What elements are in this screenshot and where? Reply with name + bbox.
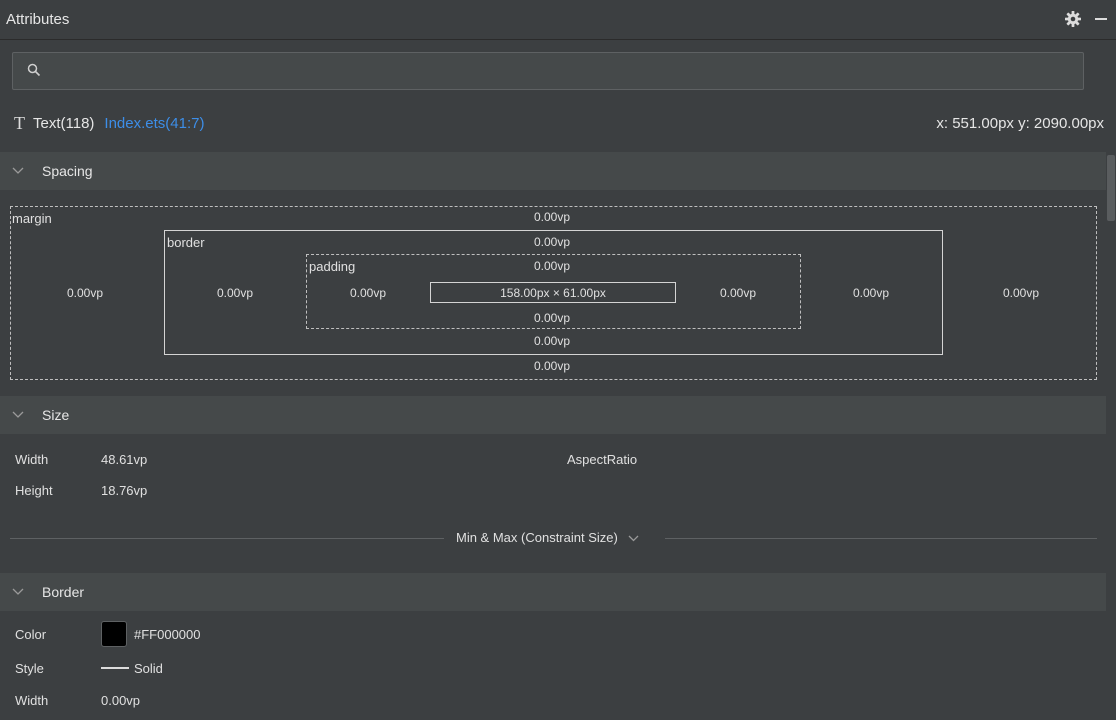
divider-right	[665, 538, 1097, 539]
border-color-value[interactable]: #FF000000	[134, 627, 201, 642]
content-size-box[interactable]: 158.00px × 61.00px	[430, 282, 676, 303]
panel-titlebar: Attributes	[0, 0, 1116, 40]
section-border-label: Border	[42, 584, 85, 600]
border-color-label: Color	[15, 627, 47, 642]
border-left-value[interactable]: 0.00vp	[190, 286, 280, 300]
border-label: border	[167, 235, 205, 250]
scrollbar-thumb[interactable]	[1107, 155, 1115, 221]
border-right-value[interactable]: 0.00vp	[826, 286, 916, 300]
titlebar-actions	[1064, 10, 1110, 28]
scrollbar-track[interactable]	[1106, 150, 1116, 720]
section-spacing-header[interactable]: Spacing	[0, 152, 1106, 190]
minimize-icon[interactable]	[1092, 10, 1110, 28]
border-width-label: Width	[15, 693, 49, 708]
solid-line-icon	[101, 667, 129, 669]
margin-left-value[interactable]: 0.00vp	[40, 286, 130, 300]
margin-bottom-value[interactable]: 0.00vp	[500, 359, 604, 373]
margin-right-value[interactable]: 0.00vp	[976, 286, 1066, 300]
border-style-label: Style	[15, 661, 44, 676]
component-info: T Text(118) Index.ets(41:7) x: 551.00px …	[14, 112, 1104, 134]
padding-right-value[interactable]: 0.00vp	[693, 286, 783, 300]
gear-icon[interactable]	[1064, 10, 1082, 28]
border-style-value[interactable]: Solid	[134, 661, 163, 676]
minmax-label: Min & Max (Constraint Size)	[456, 530, 618, 545]
section-spacing-label: Spacing	[42, 163, 93, 179]
chevron-down-icon	[12, 411, 26, 419]
margin-top-value[interactable]: 0.00vp	[500, 210, 604, 224]
margin-label: margin	[12, 211, 52, 226]
component-coords: x: 551.00px y: 2090.00px	[936, 114, 1104, 132]
width-value[interactable]: 48.61vp	[101, 452, 147, 467]
chevron-down-icon	[12, 167, 26, 175]
section-border-header[interactable]: Border	[0, 573, 1106, 611]
padding-label: padding	[309, 259, 356, 274]
search-input[interactable]	[51, 63, 1051, 79]
panel-title: Attributes	[6, 11, 70, 28]
width-label: Width	[15, 452, 49, 467]
border-width-value[interactable]: 0.00vp	[101, 693, 140, 708]
padding-left-value[interactable]: 0.00vp	[323, 286, 413, 300]
border-bottom-value[interactable]: 0.00vp	[500, 334, 604, 348]
aspect-ratio-label: AspectRatio	[567, 452, 638, 467]
chevron-down-icon	[628, 530, 639, 545]
padding-top-value[interactable]: 0.00vp	[500, 259, 604, 273]
section-size-label: Size	[42, 407, 70, 423]
color-swatch[interactable]	[101, 621, 127, 647]
search-icon	[27, 63, 41, 80]
height-label: Height	[15, 483, 53, 498]
chevron-down-icon	[12, 588, 26, 596]
section-size-header[interactable]: Size	[0, 396, 1106, 434]
component-name: Text(118)	[33, 114, 95, 132]
source-link[interactable]: Index.ets(41:7)	[104, 115, 204, 132]
text-type-icon: T	[14, 112, 25, 133]
search-box[interactable]	[12, 52, 1084, 90]
minmax-toggle[interactable]: Min & Max (Constraint Size)	[456, 530, 639, 545]
border-top-value[interactable]: 0.00vp	[500, 235, 604, 249]
height-value[interactable]: 18.76vp	[101, 483, 147, 498]
padding-bottom-value[interactable]: 0.00vp	[500, 311, 604, 325]
divider-left	[10, 538, 444, 539]
